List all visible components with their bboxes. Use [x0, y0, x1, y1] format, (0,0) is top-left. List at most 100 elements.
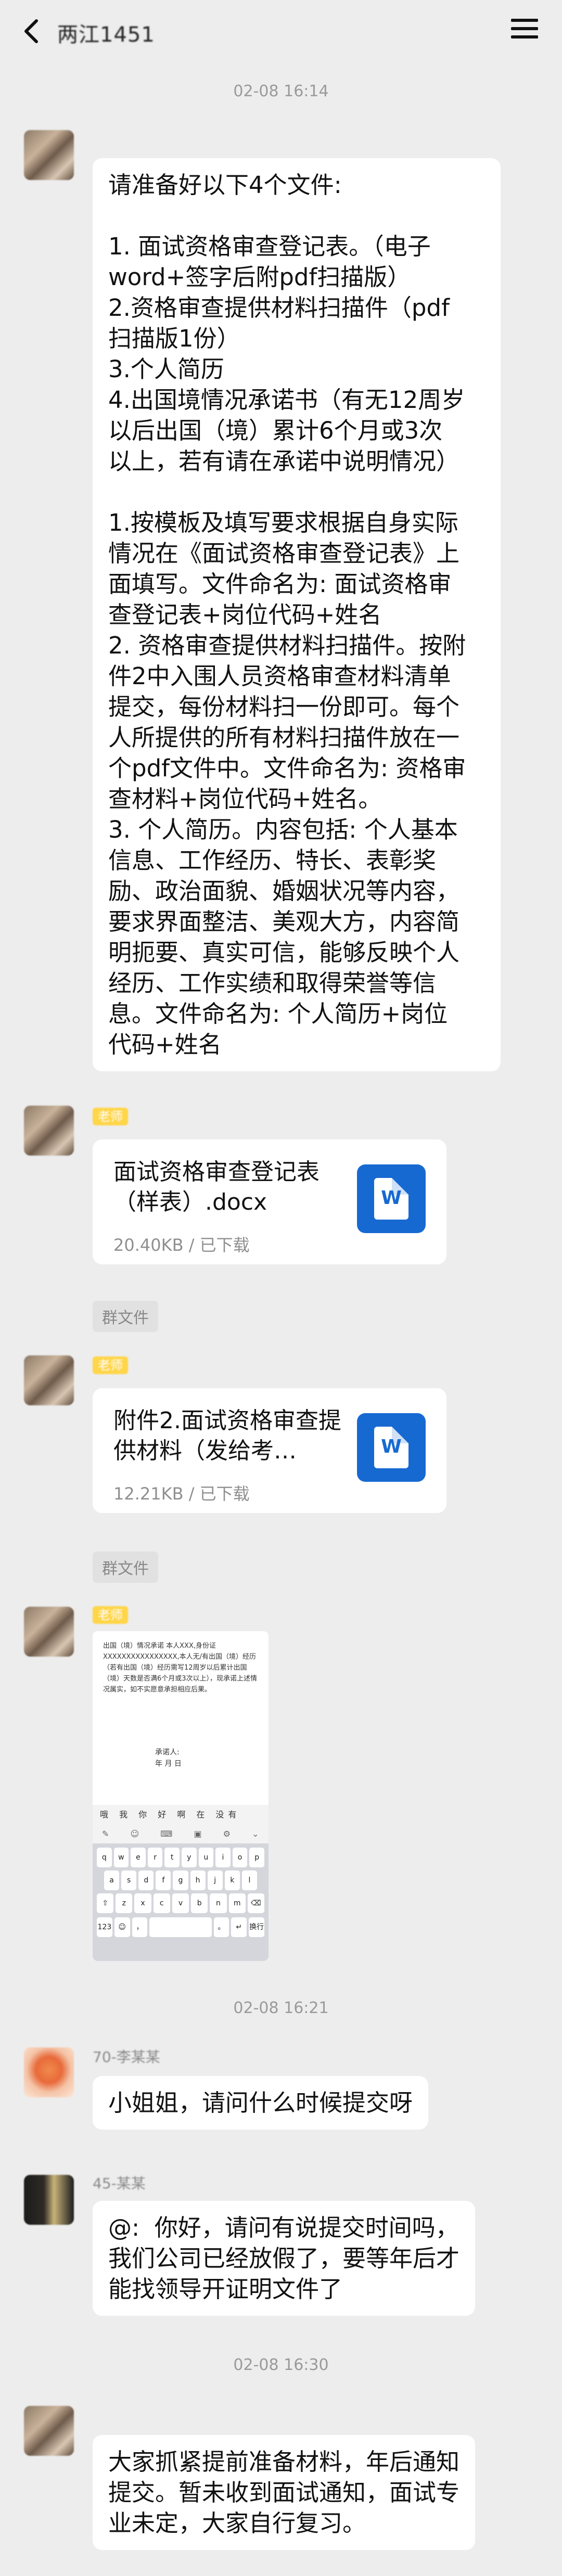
keyboard-key: n: [210, 1893, 227, 1913]
file-meta: 20.40KB / 已下载: [113, 1235, 250, 1255]
keyboard-key: 123: [97, 1917, 112, 1937]
message-line: 提交。暂未收到面试通知，面试专: [108, 2479, 460, 2506]
message-line: 代码+姓名: [108, 1031, 222, 1058]
keyboard-key: t: [164, 1848, 180, 1867]
keyboard-key: j: [207, 1870, 223, 1890]
message-line: 请准备好以下4个文件:: [108, 171, 342, 199]
avatar[interactable]: [24, 2175, 74, 2225]
message-bubble[interactable]: 大家抓紧提前准备材料，年后通知 提交。暂未收到面试通知，面试专 业未定，大家自行复习…: [93, 2435, 476, 2550]
avatar[interactable]: [24, 1355, 74, 1405]
keyboard-row: ⇧ z x c v b n m ⌫: [97, 1893, 264, 1913]
message-bubble[interactable]: 请准备好以下4个文件: 1. 面试资格审查登记表。（电子 word+签字后附pdf扫…: [93, 158, 501, 1071]
message-line: 4.出国境情况承诺书（有无12周岁: [108, 386, 465, 414]
message-line: 2. 资格审查提供材料扫描件。按附: [108, 632, 466, 659]
message-line: 扫描版1份）: [108, 325, 240, 352]
image-message[interactable]: 出国（境）情况承诺 本人XXX,身份证XXXXXXXXXXXXXXXX,本人无/…: [93, 1631, 269, 1961]
message-line: 人所提供的所有材料扫描件放在一: [108, 724, 460, 751]
message-line: [108, 200, 485, 231]
keyboard-key: r: [147, 1848, 163, 1867]
keyboard-key: g: [173, 1870, 188, 1890]
file-meta: 12.21KB / 已下载: [113, 1484, 250, 1504]
role-tag: 老师: [93, 1606, 128, 1624]
word-doc-icon: W: [357, 1164, 426, 1233]
keyboard-key: e: [131, 1848, 146, 1867]
file-message[interactable]: 附件2.面试资格审查提供材料（发给考… 12.21KB / 已下载 W: [93, 1388, 446, 1513]
message-line: 件2中入围人员资格审查材料清单: [108, 662, 451, 690]
message-line: 经历、工作实绩和取得荣誉等信: [108, 969, 437, 997]
keyboard-key: l: [241, 1870, 257, 1890]
sender-name: 老师: [93, 1107, 133, 1125]
keyboard-key: c: [153, 1893, 170, 1913]
image-doc-text: 出国（境）情况承诺 本人XXX,身份证XXXXXXXXXXXXXXXX,本人无/…: [103, 1642, 258, 1694]
message-line: 1. 面试资格审查登记表。（电子: [108, 233, 431, 260]
keyboard-key: x: [134, 1893, 151, 1913]
timestamp: 02-08 16:21: [233, 1999, 329, 2017]
message-line: 1.按模板及填写要求根据自身实际: [108, 509, 458, 536]
keyboard-key: ↵: [231, 1917, 247, 1937]
message-line: 面填写。文件命名为: 面试资格审: [108, 570, 452, 598]
message-line: 大家抓紧提前准备材料，年后通知: [108, 2448, 460, 2476]
keyboard-key: q: [97, 1848, 112, 1867]
keyboard-key: h: [190, 1870, 206, 1890]
message-line: 要求界面整洁、美观大方，内容简: [108, 908, 460, 935]
keyboard-key: k: [224, 1870, 240, 1890]
keyboard-key: v: [172, 1893, 189, 1913]
message-bubble[interactable]: 小姐姐，请问什么时候提交呀: [93, 2076, 429, 2130]
keyboard-key: b: [191, 1893, 208, 1913]
keyboard-key: m: [228, 1893, 246, 1913]
sender-name: 老师: [93, 1606, 133, 1624]
file-source-label[interactable]: 群文件: [93, 1301, 158, 1332]
keyboard-key: ⇧: [97, 1893, 114, 1913]
role-tag: 老师: [93, 1356, 128, 1374]
message-line: 业未定，大家自行复习。: [108, 2509, 366, 2537]
keyboard-key: u: [198, 1848, 214, 1867]
keyboard-key: i: [215, 1848, 231, 1867]
avatar[interactable]: [24, 130, 74, 180]
keyboard-key: o: [232, 1848, 248, 1867]
keyboard-key: d: [138, 1870, 154, 1890]
keyboard-key: 换行: [249, 1917, 264, 1937]
message-line: 励、政治面貌、婚姻状况等内容，: [108, 877, 460, 905]
message-line: 以后出国（境）累计6个月或3次: [108, 417, 443, 444]
file-name: 附件2.面试资格审查提供材料（发给考…: [113, 1407, 341, 1464]
timestamp: 02-08 16:30: [233, 2356, 329, 2374]
chat-title: 两江1451: [57, 23, 155, 47]
message-line: 个pdf文件中。文件命名为: 资格审: [108, 754, 466, 782]
keyboard-key: [149, 1917, 212, 1937]
keyboard-key: ⌫: [247, 1893, 264, 1913]
avatar[interactable]: [24, 2047, 74, 2097]
role-tag: 老师: [93, 1108, 128, 1125]
sender-name: 70-李某某: [93, 2048, 160, 2066]
file-message[interactable]: 面试资格审查登记表（样表）.docx 20.40KB / 已下载 W: [93, 1139, 446, 1264]
avatar[interactable]: [24, 1106, 74, 1156]
message-bubble[interactable]: @: 你好，请问有说提交时间吗， 我们公司已经放假了，要等年后才 能找领导开证明文件…: [93, 2201, 476, 2316]
message-line: 查登记表+岗位代码+姓名: [108, 601, 382, 629]
avatar[interactable]: [24, 2406, 74, 2456]
sender-name: 45-某某: [93, 2175, 146, 2192]
keyboard-row: qwertyuiop: [97, 1848, 264, 1867]
top-bar: 两江1451: [0, 0, 562, 61]
file-name: 面试资格审查登记表（样表）.docx: [113, 1159, 320, 1215]
hamburger-menu-icon[interactable]: [511, 19, 538, 42]
message-line: 提交，每份材料扫一份即可。每个: [108, 693, 460, 721]
keyboard-key: ，: [132, 1917, 148, 1937]
keyboard-row: 123 ☺， 。 ↵ 换行: [97, 1917, 264, 1937]
keyboard-key: s: [121, 1870, 137, 1890]
message-line: @: 你好，请问有说提交时间吗，: [108, 2214, 459, 2241]
chevron-left-icon[interactable]: [19, 16, 50, 47]
message-line: word+签字后附pdf扫描版）: [108, 263, 411, 291]
keyboard-key: 。: [213, 1917, 229, 1937]
keyboard-key: p: [249, 1848, 264, 1867]
avatar[interactable]: [24, 1607, 74, 1657]
keyboard-candidates: 哦 我 你 好 啊 在 没有: [93, 1805, 269, 1825]
keyboard-image: 哦 我 你 好 啊 在 没有 ✎ ☺ ⌨ ▣ ⚙ ⌄ qwertyuiop as…: [93, 1805, 269, 1961]
message-line: 情况在《面试资格审查登记表》上: [108, 540, 460, 567]
keyboard-key: z: [116, 1893, 133, 1913]
keyboard-key: f: [156, 1870, 171, 1890]
message-line: 能找领导开证明文件了: [108, 2275, 343, 2303]
file-source-label[interactable]: 群文件: [93, 1552, 158, 1583]
keyboard-toolbar: ✎ ☺ ⌨ ▣ ⚙ ⌄: [93, 1825, 269, 1843]
message-line: 3.个人简历: [108, 355, 224, 383]
keyboard-key: w: [113, 1848, 129, 1867]
message-line: 查材料+岗位代码+姓名。: [108, 785, 382, 813]
